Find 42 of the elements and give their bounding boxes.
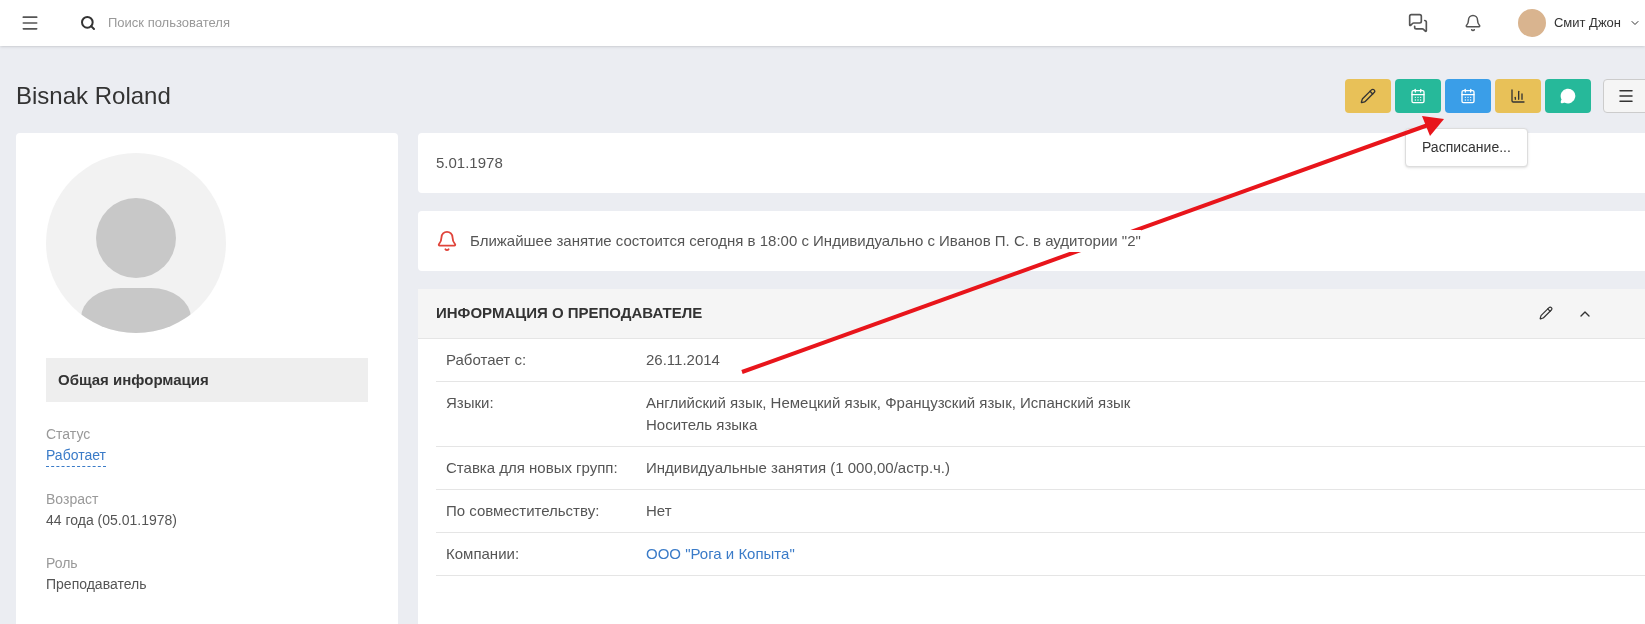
row-label: Компании:	[445, 544, 521, 564]
field-label: Статус	[46, 425, 91, 444]
search-field[interactable]: Поиск пользователя	[108, 13, 408, 33]
user-menu[interactable]: Смит Джон	[1517, 9, 1641, 37]
menu-icon[interactable]	[20, 13, 40, 33]
row-value: Индивидуальные занятия (1 000,00/астр.ч.)	[646, 458, 951, 478]
calendar-icon	[1460, 88, 1476, 104]
toolbar-button[interactable]	[1345, 79, 1391, 113]
row-value: 26.11.2014	[646, 350, 720, 370]
birthdate-text: 5.01.1978	[436, 152, 503, 173]
pencil-icon	[1360, 88, 1376, 104]
menu-icon	[1617, 87, 1635, 105]
row-label: По совместительству:	[445, 501, 601, 521]
field-label: Роль	[46, 554, 78, 573]
row-value: Носитель языка	[646, 415, 758, 435]
pencil-icon[interactable]	[1539, 305, 1553, 320]
bell-icon	[436, 230, 458, 252]
field-value: Преподаватель	[46, 575, 147, 594]
row-value: Английский язык, Немецкий язык, Французский язык, Испанский язык	[646, 393, 1131, 413]
tooltip: Расписание...	[1405, 128, 1528, 167]
avatar	[1517, 9, 1546, 37]
panel-title: ИНФОРМАЦИЯ О ПРЕПОДАВАТЕЛЕ	[436, 303, 703, 324]
bar-chart-icon	[1510, 88, 1526, 104]
field-label: Возраст	[46, 490, 99, 509]
notification-icon[interactable]	[1463, 14, 1482, 32]
company-link[interactable]: ООО "Рога и Копыта"	[646, 543, 795, 565]
toolbar-button[interactable]	[1445, 79, 1491, 113]
calendar-icon	[1410, 88, 1426, 104]
chat-icon[interactable]	[1407, 13, 1428, 33]
notice-text: Ближайшее занятие состоится сегодня в 18:00 с Индивидуально с Иванов П. С. в аудитории "2"	[470, 229, 1141, 253]
field-value: 44 года (05.01.1978)	[46, 511, 177, 530]
page-title: Bisnak Roland	[16, 81, 171, 111]
row-label: Ставка для новых групп:	[445, 458, 619, 478]
toolbar-button[interactable]	[1603, 79, 1645, 113]
status-link[interactable]: Работает	[46, 445, 106, 467]
row-label: Языки:	[445, 393, 495, 413]
search-icon	[80, 15, 96, 31]
row-value: Нет	[646, 501, 672, 521]
row-label: Работает с:	[445, 350, 528, 370]
speech-bubble-icon	[1560, 88, 1576, 104]
section-header: Общая информация	[46, 358, 368, 402]
toolbar-button[interactable]	[1495, 79, 1541, 113]
